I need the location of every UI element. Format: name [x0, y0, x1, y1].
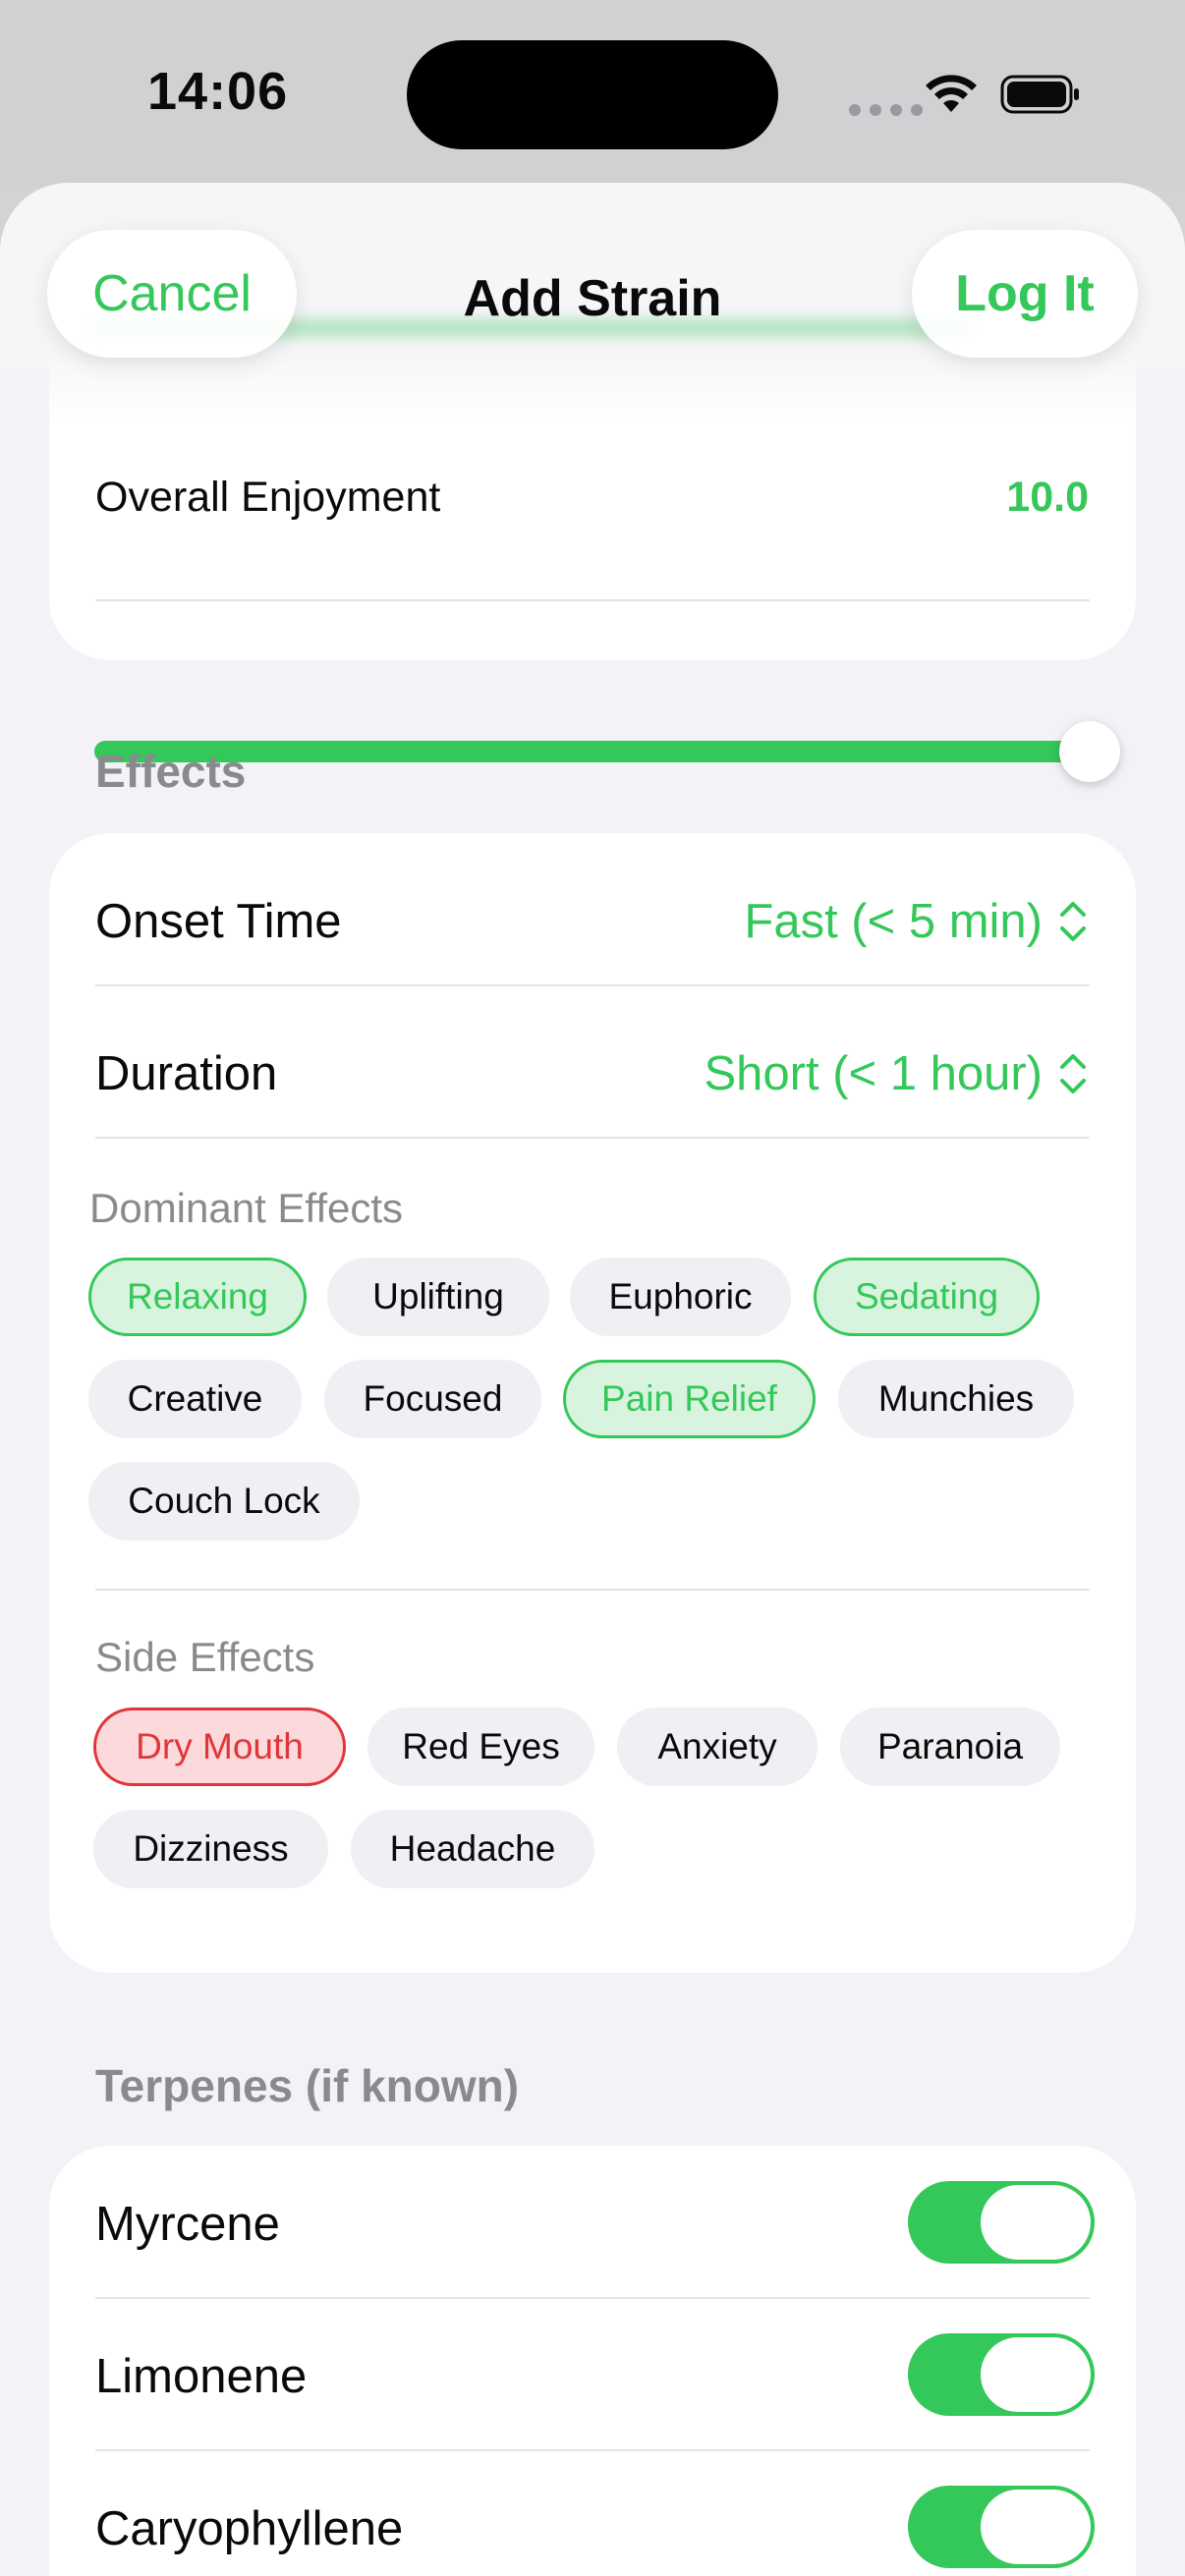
- chip-munchies[interactable]: Munchies: [838, 1360, 1074, 1438]
- terpene-caryophyllene-label: Caryophyllene: [95, 2502, 404, 2555]
- divider: [95, 1137, 1090, 1139]
- chip-paranoia[interactable]: Paranoia: [840, 1708, 1060, 1786]
- terpene-myrcene-toggle[interactable]: [908, 2181, 1095, 2264]
- add-strain-sheet: Cancel Add Strain Log It Overall Enjoyme…: [0, 183, 1185, 2576]
- toggle-knob: [981, 2337, 1091, 2412]
- chip-headache[interactable]: Headache: [351, 1810, 594, 1888]
- chip-pain-relief[interactable]: Pain Relief: [563, 1360, 816, 1438]
- terpene-limonene-label: Limonene: [95, 2350, 308, 2403]
- terpene-myrcene-label: Myrcene: [95, 2198, 280, 2251]
- duration-picker[interactable]: Short (< 1 hour): [704, 1046, 1090, 1101]
- dominant-effects-label: Dominant Effects: [89, 1185, 404, 1231]
- terpenes-header: Terpenes (if known): [95, 2060, 520, 2111]
- chip-anxiety[interactable]: Anxiety: [617, 1708, 818, 1786]
- divider: [95, 599, 1090, 601]
- chip-relaxing[interactable]: Relaxing: [88, 1258, 307, 1336]
- chip-uplifting[interactable]: Uplifting: [327, 1258, 549, 1336]
- chip-dry-mouth[interactable]: Dry Mouth: [93, 1708, 346, 1786]
- chip-sedating[interactable]: Sedating: [814, 1258, 1040, 1336]
- duration-label: Duration: [95, 1047, 278, 1100]
- terpene-limonene-toggle[interactable]: [908, 2333, 1095, 2416]
- effects-header: Effects: [95, 746, 247, 797]
- chip-dizziness[interactable]: Dizziness: [93, 1810, 328, 1888]
- dynamic-island: [407, 40, 778, 149]
- enjoyment-label: Overall Enjoyment: [95, 474, 441, 521]
- status-time: 14:06: [147, 62, 289, 121]
- side-effects-label: Side Effects: [95, 1634, 315, 1680]
- terpene-caryophyllene-toggle[interactable]: [908, 2486, 1095, 2568]
- chevron-up-down-icon: [1060, 902, 1086, 941]
- wifi-icon: [926, 75, 977, 112]
- terpenes-card: Myrcene Limonene Caryophyllene: [49, 2146, 1136, 2576]
- chip-red-eyes[interactable]: Red Eyes: [367, 1708, 594, 1786]
- enjoyment-value: 10.0: [1006, 474, 1089, 521]
- log-it-button[interactable]: Log It: [912, 230, 1138, 358]
- divider: [95, 2297, 1090, 2299]
- chip-euphoric[interactable]: Euphoric: [570, 1258, 791, 1336]
- toggle-knob: [981, 2490, 1091, 2564]
- divider: [95, 984, 1090, 986]
- onset-time-label: Onset Time: [95, 895, 342, 948]
- chevron-up-down-icon: [1060, 1054, 1086, 1093]
- effects-card: Onset Time Fast (< 5 min) Duration Short…: [49, 833, 1136, 1973]
- onset-time-value: Fast (< 5 min): [744, 895, 1043, 948]
- status-bar: 14:06: [0, 0, 1185, 187]
- cellular-signal-icon: [849, 104, 923, 116]
- battery-icon: [1000, 75, 1079, 114]
- chip-couch-lock[interactable]: Couch Lock: [88, 1462, 360, 1540]
- duration-value: Short (< 1 hour): [704, 1047, 1043, 1100]
- enjoyment-slider-thumb[interactable]: [1059, 721, 1120, 782]
- divider: [95, 2449, 1090, 2451]
- toggle-knob: [981, 2185, 1091, 2260]
- chip-creative[interactable]: Creative: [88, 1360, 302, 1438]
- onset-time-picker[interactable]: Fast (< 5 min): [744, 894, 1090, 949]
- divider: [95, 1589, 1090, 1591]
- chip-focused[interactable]: Focused: [324, 1360, 541, 1438]
